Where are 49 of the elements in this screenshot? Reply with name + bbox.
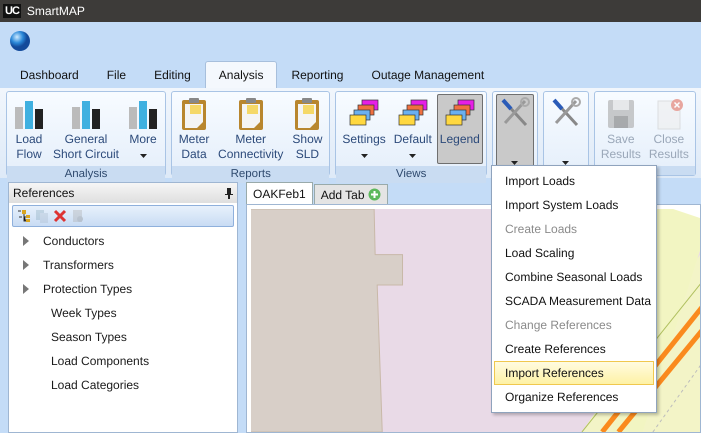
group-label: Reports [172,166,330,183]
window-title: SmartMAP [26,4,85,18]
ribbon-tab[interactable]: File [92,61,140,88]
pin-icon[interactable] [225,188,233,198]
expand-arrow-icon[interactable] [23,236,29,246]
ribbon-tab[interactable]: Outage Management [357,61,498,88]
group-label: Views [336,166,486,183]
ribbon-button[interactable]: Meter Data [175,94,214,164]
menu-item[interactable]: SCADA Measurement Data [494,289,654,313]
ribbon-button[interactable]: Legend [436,94,483,164]
menu-item[interactable]: Import Loads [494,169,654,193]
menu-item[interactable]: Create References [494,337,654,361]
add-tab-button[interactable]: Add Tab [314,184,388,204]
menu-item[interactable]: Import System Loads [494,193,654,217]
menu-item[interactable]: Organize References [494,385,654,409]
group-label: Analysis [7,166,166,183]
menu-item[interactable]: Import References [494,361,654,385]
menu-item[interactable]: Combine Seasonal Loads [494,265,654,289]
delete-icon[interactable] [53,209,67,223]
ribbon-button[interactable]: Show SLD [288,94,326,164]
tree-item[interactable]: Load Categories [9,373,237,397]
ribbon-button[interactable]: General Short Circuit [50,94,122,164]
panel-title: References [13,186,74,200]
tree-icon[interactable] [17,209,31,223]
document-tab[interactable]: OAKFeb1 [246,182,313,204]
tree-item[interactable]: Protection Types [9,277,237,301]
ribbon-tab[interactable]: Analysis [204,61,278,88]
ribbon-button[interactable]: Settings [339,94,389,164]
ribbon-button[interactable]: Default [390,94,435,164]
globe-icon[interactable] [9,30,31,52]
ribbon-button[interactable]: Load Flow [10,94,48,164]
ribbon-tab[interactable]: Reporting [277,61,358,88]
plus-icon [368,188,381,201]
menu-item[interactable]: Load Scaling [494,241,654,265]
tree-item[interactable]: Load Components [9,349,237,373]
ribbon-button[interactable]: Meter Connectivity [215,94,286,164]
tree-item[interactable]: Conductors [9,229,237,253]
ribbon-tab[interactable]: Dashboard [6,61,93,88]
ribbon-tab[interactable]: Editing [140,61,205,88]
caret-icon [140,154,147,158]
app-logo: UC [3,4,21,18]
expand-arrow-icon[interactable] [23,260,29,270]
tree-item[interactable]: Week Types [9,301,237,325]
caret-icon [409,154,416,158]
expand-arrow-icon[interactable] [23,284,29,294]
tree-item[interactable]: Season Types [9,325,237,349]
ribbon-button[interactable]: More [124,94,162,164]
caret-icon [360,154,368,158]
tree-item[interactable]: Transformers [9,253,237,277]
